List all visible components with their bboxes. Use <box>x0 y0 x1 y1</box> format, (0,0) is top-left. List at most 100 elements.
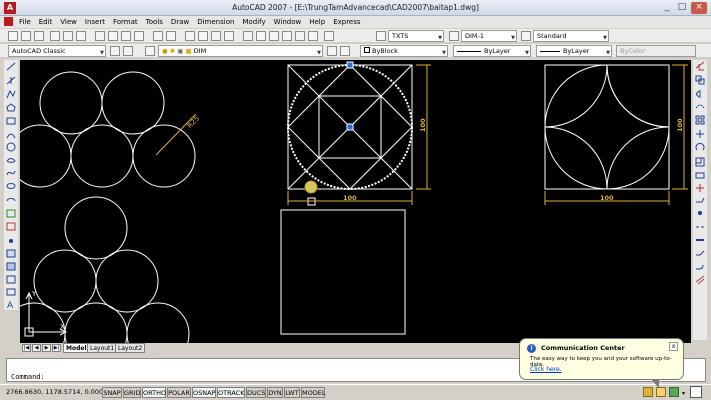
publish-icon[interactable] <box>76 31 86 41</box>
cut-icon[interactable] <box>95 31 105 41</box>
workspace-select[interactable]: AutoCAD Classic ▼ <box>8 45 106 57</box>
document-icon[interactable] <box>4 17 13 26</box>
paste-icon[interactable] <box>121 31 131 41</box>
dim-style-icon[interactable] <box>449 31 459 41</box>
tab-nav-next-button[interactable]: ▶ <box>42 344 51 352</box>
tab-nav-last-button[interactable]: ▶| <box>52 344 61 352</box>
tab-model[interactable]: Model <box>63 343 90 353</box>
open-icon[interactable] <box>21 31 31 41</box>
tab-nav-first-button[interactable]: |◀ <box>22 344 31 352</box>
lock-toolbar-icon[interactable] <box>656 387 666 397</box>
circle <box>126 302 190 343</box>
balloon-link[interactable]: Click here. <box>530 366 562 373</box>
menu-tools[interactable]: Tools <box>142 16 167 28</box>
pan-icon[interactable] <box>185 31 195 41</box>
sheet-set-icon[interactable] <box>282 31 292 41</box>
communication-center-icon[interactable] <box>643 387 653 397</box>
tab-layout2[interactable]: Layout2 <box>115 343 146 353</box>
copy-icon[interactable] <box>108 31 118 41</box>
dim-label-vertical-right: 100 <box>676 118 684 132</box>
tab-layout1[interactable]: Layout1 <box>87 343 118 353</box>
new-icon[interactable] <box>8 31 18 41</box>
close-button[interactable]: × <box>691 2 707 14</box>
chevron-down-icon: ▼ <box>511 35 515 41</box>
menu-help[interactable]: Help <box>305 16 329 28</box>
menu-dimension[interactable]: Dimension <box>193 16 238 28</box>
clean-screen-icon[interactable] <box>690 386 702 398</box>
ortho-toggle[interactable]: ORTHO <box>142 387 166 398</box>
make-block-icon <box>6 222 16 231</box>
layer-select[interactable]: ● ✺ ▣ ■ DIM ▼ <box>158 45 323 57</box>
quickcalc-icon[interactable] <box>308 31 318 41</box>
lineweight-sample-icon <box>540 50 560 52</box>
chamfer-icon <box>696 250 705 256</box>
layer-manager-icon[interactable] <box>145 46 155 56</box>
match-properties-icon[interactable] <box>134 31 144 41</box>
menu-edit[interactable]: Edit <box>35 16 57 28</box>
array-icon <box>700 120 705 125</box>
menu-format[interactable]: Format <box>109 16 142 28</box>
otrack-toggle[interactable]: OTRACK <box>217 387 245 398</box>
save-icon[interactable] <box>34 31 44 41</box>
balloon-close-button[interactable]: x <box>669 342 678 351</box>
tool-palettes-icon[interactable] <box>269 31 279 41</box>
dim-style-select[interactable]: DIM-1 ▼ <box>461 30 517 42</box>
tab-nav-prev-button[interactable]: ◀ <box>32 344 41 352</box>
circle <box>39 71 103 135</box>
zoom-previous-icon[interactable] <box>224 31 234 41</box>
coordinate-readout[interactable]: 2766.8630, 1178.5714, 0.0000 <box>6 388 107 396</box>
linetype-select[interactable]: ByLayer ▼ <box>453 45 531 57</box>
menu-file[interactable]: File <box>15 16 35 28</box>
lineweight-select[interactable]: ByLayer ▼ <box>536 45 612 57</box>
menu-insert[interactable]: Insert <box>81 16 109 28</box>
menu-window[interactable]: Window <box>270 16 306 28</box>
zoom-window-icon[interactable] <box>211 31 221 41</box>
dyn-toggle[interactable]: DYN <box>267 387 283 398</box>
layer-previous-icon[interactable] <box>340 46 350 56</box>
command-prompt[interactable]: Command: <box>11 373 45 381</box>
chevron-down-icon: ▼ <box>442 50 446 56</box>
ducs-toggle[interactable]: DUCS <box>246 387 266 398</box>
drawing-canvas[interactable]: R25 X Y 100 100 100 100 <box>20 60 691 343</box>
status-menu-arrow-icon[interactable]: ▾ <box>682 390 685 397</box>
title-bar: A AutoCAD 2007 - [E:\TrungTamAdvancecad\… <box>0 0 711 16</box>
point-icon <box>9 239 13 243</box>
grid-toggle[interactable]: GRID <box>123 387 141 398</box>
light-bulb-icon: ● <box>162 47 168 55</box>
markup-icon[interactable] <box>295 31 305 41</box>
help-icon[interactable] <box>324 31 334 41</box>
balloon-title: Communication Center <box>541 344 625 352</box>
lwt-toggle[interactable]: LWT <box>284 387 300 398</box>
properties-icon[interactable] <box>243 31 253 41</box>
maximize-button[interactable]: □ <box>675 2 689 14</box>
plot-preview-icon[interactable] <box>63 31 73 41</box>
model-toggle[interactable]: MODEL <box>301 387 325 398</box>
menu-modify[interactable]: Modify <box>238 16 269 28</box>
redo-icon[interactable] <box>166 31 176 41</box>
print-icon[interactable] <box>50 31 60 41</box>
osnap-toggle[interactable]: OSNAP <box>192 387 216 398</box>
minimize-button[interactable]: _ <box>660 2 674 14</box>
tray-settings-icon[interactable] <box>669 387 679 397</box>
table-style-icon[interactable] <box>521 31 531 41</box>
text-style-select[interactable]: TXTS ▼ <box>388 30 444 42</box>
text-style-icon[interactable] <box>376 31 386 41</box>
undo-icon[interactable] <box>153 31 163 41</box>
menu-express[interactable]: Express <box>329 16 364 28</box>
make-current-layer-icon[interactable] <box>327 46 337 56</box>
workspace-settings-icon[interactable] <box>110 46 120 56</box>
stretch-icon <box>695 172 705 179</box>
move-icon <box>696 130 704 138</box>
workspace-save-icon[interactable] <box>123 46 133 56</box>
snap-toggle[interactable]: SNAP <box>102 387 122 398</box>
menu-draw[interactable]: Draw <box>167 16 193 28</box>
drawing-area[interactable]: R25 X Y 100 100 100 100 <box>20 60 691 343</box>
zoom-realtime-icon[interactable] <box>198 31 208 41</box>
polar-toggle[interactable]: POLAR <box>167 387 191 398</box>
design-center-icon[interactable] <box>256 31 266 41</box>
table-style-select[interactable]: Standard ▼ <box>533 30 609 42</box>
communication-center-balloon[interactable]: i Communication Center x The easy way to… <box>519 338 684 388</box>
color-select[interactable]: ByBlock ▼ <box>360 45 448 57</box>
menu-view[interactable]: View <box>56 16 81 28</box>
erase-icon <box>695 61 705 71</box>
